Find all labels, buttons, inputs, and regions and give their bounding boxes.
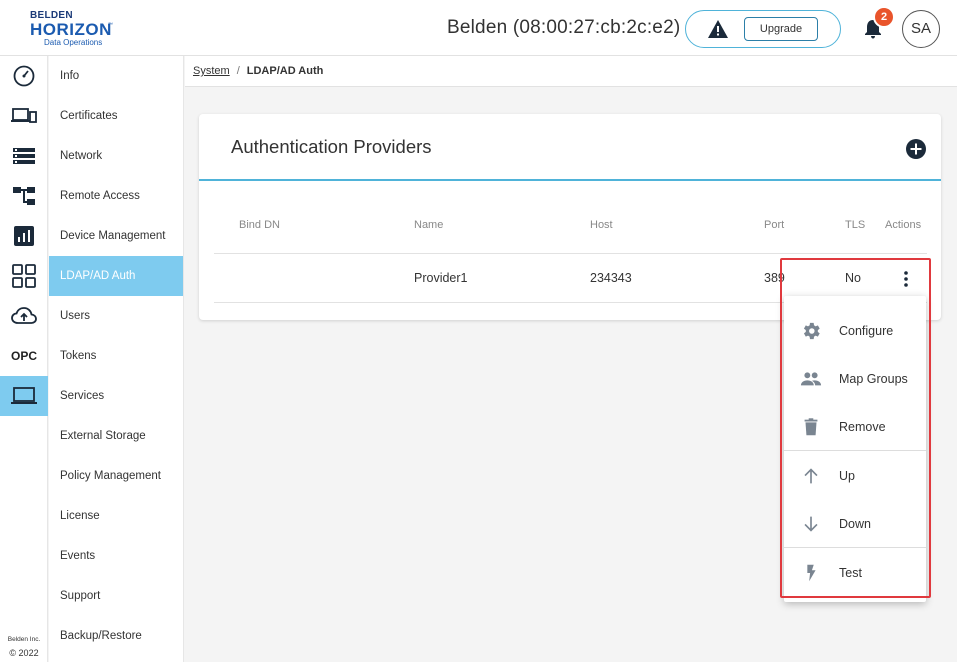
bolt-icon — [807, 564, 816, 582]
add-provider-icon[interactable] — [905, 138, 927, 160]
opc-label: OPC — [10, 349, 37, 363]
system-sidebar: Info Certificates Network Remote Access … — [49, 56, 184, 662]
belden-horizon-logo[interactable]: BELDEN HORIZON ™ Data Operations — [28, 10, 118, 48]
menu-separator — [784, 450, 926, 451]
menu-item-configure[interactable]: Configure — [784, 307, 926, 355]
devices-icon — [11, 108, 37, 123]
menu-item-configure-label: Configure — [839, 324, 894, 338]
menu-item-up-label: Up — [839, 469, 855, 483]
footer-company: Belden Inc. — [7, 636, 41, 643]
rail-topology[interactable] — [0, 176, 48, 216]
menu-item-map-groups-label: Map Groups — [839, 372, 908, 386]
breadcrumb-current: LDAP/AD Auth — [246, 65, 324, 77]
list-icon — [13, 148, 35, 164]
logo-text-subtitle: Data Operations — [44, 38, 103, 47]
menu-item-up[interactable]: Up — [784, 452, 926, 500]
arrow-down-icon — [804, 516, 818, 532]
sidebar-item-users[interactable]: Users — [49, 296, 183, 336]
rail-cloud-upload[interactable] — [0, 296, 48, 336]
menu-item-map-groups[interactable]: Map Groups — [784, 355, 926, 403]
cloud-upload-icon — [11, 307, 37, 324]
sidebar-item-support[interactable]: Support — [49, 576, 183, 616]
sidebar-item-backup-restore[interactable]: Backup/Restore — [49, 616, 183, 656]
breadcrumb: System / LDAP/AD Auth — [185, 56, 957, 87]
menu-item-down-label: Down — [839, 517, 871, 531]
sidebar-item-device-management[interactable]: Device Management — [49, 216, 183, 256]
sidebar-item-remote-access[interactable]: Remote Access — [49, 176, 183, 216]
menu-item-down[interactable]: Down — [784, 500, 926, 548]
rail-devices[interactable] — [0, 96, 48, 136]
notification-badge[interactable]: 2 — [873, 6, 895, 28]
sidebar-item-network[interactable]: Network — [49, 136, 183, 176]
table-header-divider — [214, 253, 927, 254]
row-actions-menu: Configure Map Groups Remove Up Down Test — [784, 296, 926, 602]
rail-opc[interactable]: OPC — [0, 336, 48, 376]
footer-copyright: © 2022 — [9, 648, 39, 658]
breadcrumb-system-link[interactable]: System — [193, 65, 230, 77]
rail-list[interactable] — [0, 136, 48, 176]
sidebar-item-info[interactable]: Info — [49, 56, 183, 96]
group-icon — [800, 372, 822, 386]
breadcrumb-separator: / — [236, 65, 240, 77]
column-header-name[interactable]: Name — [414, 219, 443, 231]
device-title: Belden (08:00:27:cb:2c:e2) — [447, 17, 681, 38]
rail-reports[interactable] — [0, 216, 48, 256]
upgrade-alert-pill: Upgrade — [685, 10, 841, 48]
column-header-host[interactable]: Host — [590, 219, 613, 231]
rail-system[interactable] — [0, 376, 48, 416]
card-title-divider — [199, 179, 941, 181]
logo-text-horizon: HORIZON — [30, 20, 112, 39]
sidebar-item-license[interactable]: License — [49, 496, 183, 536]
apps-icon — [12, 264, 36, 288]
trash-icon — [804, 418, 818, 436]
upgrade-button[interactable]: Upgrade — [744, 17, 818, 41]
arrow-up-icon — [804, 468, 818, 484]
cell-port: 389 — [764, 271, 785, 285]
sidebar-item-policy-management[interactable]: Policy Management — [49, 456, 183, 496]
sidebar-item-services[interactable]: Services — [49, 376, 183, 416]
sidebar-item-ldap-ad-auth[interactable]: LDAP/AD Auth — [49, 256, 183, 296]
dashboard-icon — [13, 65, 35, 87]
topology-icon — [13, 187, 35, 205]
menu-item-test-label: Test — [839, 566, 862, 580]
column-header-actions: Actions — [885, 219, 922, 231]
menu-item-remove-label: Remove — [839, 420, 886, 434]
reports-icon — [14, 226, 34, 246]
menu-separator — [784, 547, 926, 548]
icon-rail: OPC Belden Inc. © 2022 — [0, 56, 48, 662]
gear-icon — [803, 322, 820, 340]
rail-apps[interactable] — [0, 256, 48, 296]
column-header-port[interactable]: Port — [764, 219, 784, 231]
row-actions-kebab-icon[interactable] — [902, 270, 910, 288]
cell-host: 234343 — [590, 271, 632, 285]
laptop-icon — [11, 387, 37, 404]
logo-trademark: ™ — [108, 22, 113, 28]
rail-dashboard[interactable] — [0, 56, 48, 96]
menu-item-remove[interactable]: Remove — [784, 403, 926, 451]
column-header-bind-dn[interactable]: Bind DN — [239, 219, 280, 231]
sidebar-item-external-storage[interactable]: External Storage — [49, 416, 183, 456]
column-header-tls[interactable]: TLS — [845, 219, 865, 231]
sidebar-item-tokens[interactable]: Tokens — [49, 336, 183, 376]
top-header: BELDEN HORIZON ™ Data Operations Belden … — [0, 0, 957, 56]
authentication-providers-card: Authentication Providers Bind DN Name Ho… — [199, 114, 941, 320]
cell-tls: No — [845, 271, 861, 285]
card-title: Authentication Providers — [231, 136, 432, 157]
menu-item-test[interactable]: Test — [784, 549, 926, 597]
user-avatar[interactable]: SA — [902, 10, 940, 48]
warning-icon[interactable] — [707, 19, 729, 39]
sidebar-item-certificates[interactable]: Certificates — [49, 96, 183, 136]
sidebar-item-events[interactable]: Events — [49, 536, 183, 576]
cell-name: Provider1 — [414, 271, 468, 285]
